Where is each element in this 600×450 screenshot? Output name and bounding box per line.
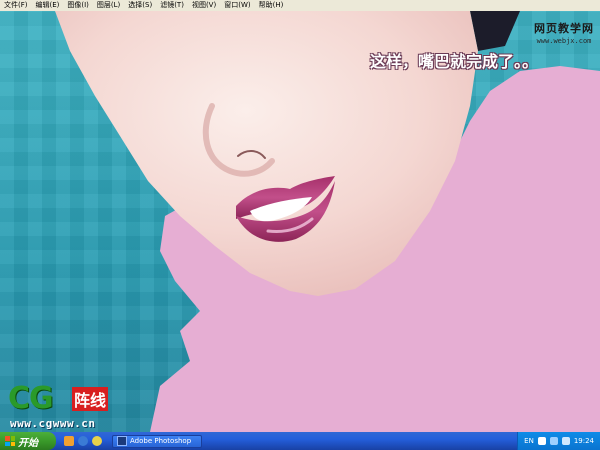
windows-flag-icon — [5, 436, 15, 446]
tutorial-caption: 这样，嘴巴就完成了。。 — [370, 52, 539, 71]
cg-logo: CG 阵线 www.cgwww.cn — [6, 381, 118, 431]
menu-help[interactable]: 帮助(H) — [255, 0, 288, 11]
menu-image[interactable]: 图像(I) — [63, 0, 93, 11]
help-icon[interactable] — [537, 437, 546, 445]
logo-brand-zh: 阵线 — [72, 387, 108, 411]
logo-brand: CG — [8, 381, 54, 416]
menu-filter[interactable]: 滤镜(T) — [156, 0, 188, 11]
taskbar-task-label: Adobe Photoshop — [130, 437, 192, 445]
quick-launch — [64, 436, 102, 446]
menu-select[interactable]: 选择(S) — [124, 0, 156, 11]
illustration — [55, 11, 600, 432]
system-tray: EN 19:24 — [517, 432, 600, 450]
media-icon[interactable] — [92, 436, 102, 446]
menu-view[interactable]: 视图(V) — [188, 0, 220, 11]
watermark-title: 网页教学网 — [534, 22, 594, 35]
watermark-url: www.webjx.com — [536, 37, 592, 45]
start-button[interactable]: 开始 — [0, 432, 56, 450]
watermark: 网页教学网 www.webjx.com — [534, 20, 594, 45]
taskbar: 开始 Adobe Photoshop EN 19:24 — [0, 432, 600, 450]
photoshop-icon — [117, 436, 127, 446]
logo-url: www.cgwww.cn — [10, 417, 96, 430]
network-icon[interactable] — [549, 437, 558, 445]
volume-icon[interactable] — [561, 437, 570, 445]
menu-file[interactable]: 文件(F) — [0, 0, 32, 11]
menu-edit[interactable]: 编辑(E) — [32, 0, 64, 11]
ie-icon[interactable] — [78, 436, 88, 446]
document-canvas[interactable]: 网页教学网 www.webjx.com 这样，嘴巴就完成了。。 — [0, 11, 600, 432]
menu-layer[interactable]: 图层(L) — [93, 0, 124, 11]
menu-window[interactable]: 窗口(W) — [220, 0, 254, 11]
taskbar-photoshop-button[interactable]: Adobe Photoshop — [112, 434, 202, 448]
clock: 19:24 — [573, 437, 594, 445]
folder-icon[interactable] — [64, 436, 74, 446]
hair-shape — [470, 11, 520, 51]
start-label: 开始 — [18, 437, 38, 449]
language-indicator[interactable]: EN — [524, 437, 534, 445]
